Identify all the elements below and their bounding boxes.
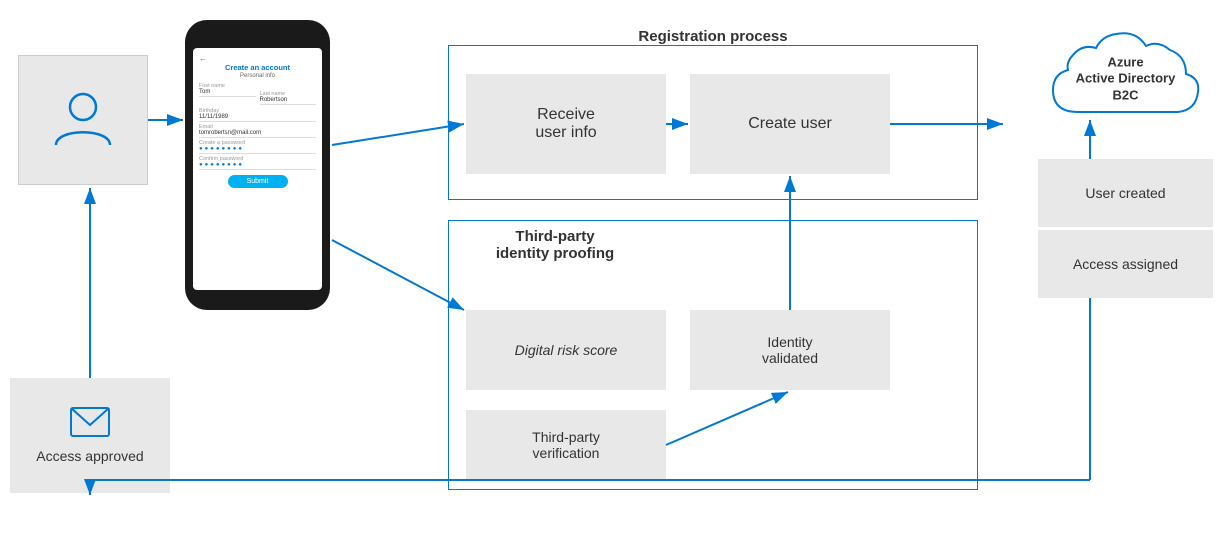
azure-cloud: AzureActive DirectoryB2C xyxy=(1038,22,1213,137)
phone-firstname-value: Tom xyxy=(199,89,256,97)
envelope-icon xyxy=(70,407,110,442)
phone-birthday-value: 11/11/1989 xyxy=(199,114,316,122)
phone-email-value: tomrobertsn@mail.com xyxy=(199,130,316,138)
access-assigned-label: Access assigned xyxy=(1073,256,1178,272)
access-approved-label: Access approved xyxy=(36,448,143,464)
user-box xyxy=(18,55,148,185)
phone-submit-btn[interactable]: Submit xyxy=(228,175,288,188)
phone-subtitle: Personal info xyxy=(199,73,316,79)
third-party-title: Third-partyidentity proofing xyxy=(455,228,655,262)
access-assigned-box: Access assigned xyxy=(1038,230,1213,298)
diagram: ← Create an account Personal info First … xyxy=(0,0,1231,546)
phone-title: Create an account xyxy=(199,63,316,72)
digital-risk-label: Digital risk score xyxy=(515,342,618,358)
user-created-box: User created xyxy=(1038,159,1213,227)
user-icon xyxy=(48,83,118,158)
registration-title: Registration process xyxy=(448,28,978,45)
digital-risk-box: Digital risk score xyxy=(466,310,666,390)
third-party-verification-box: Third-partyverification xyxy=(466,410,666,480)
azure-title: AzureActive DirectoryB2C xyxy=(1076,54,1176,105)
receive-user-info-label: Receiveuser info xyxy=(535,106,596,142)
create-user-label: Create user xyxy=(748,115,832,133)
create-user-box: Create user xyxy=(690,74,890,174)
identity-validated-label: Identityvalidated xyxy=(762,334,818,366)
receive-user-info-box: Receiveuser info xyxy=(466,74,666,174)
phone: ← Create an account Personal info First … xyxy=(185,20,330,310)
third-party-verification-label: Third-partyverification xyxy=(532,429,600,461)
access-approved-box: Access approved xyxy=(10,378,170,493)
identity-validated-box: Identityvalidated xyxy=(690,310,890,390)
user-created-label: User created xyxy=(1085,185,1165,201)
phone-lastname-value: Robertson xyxy=(260,97,317,105)
